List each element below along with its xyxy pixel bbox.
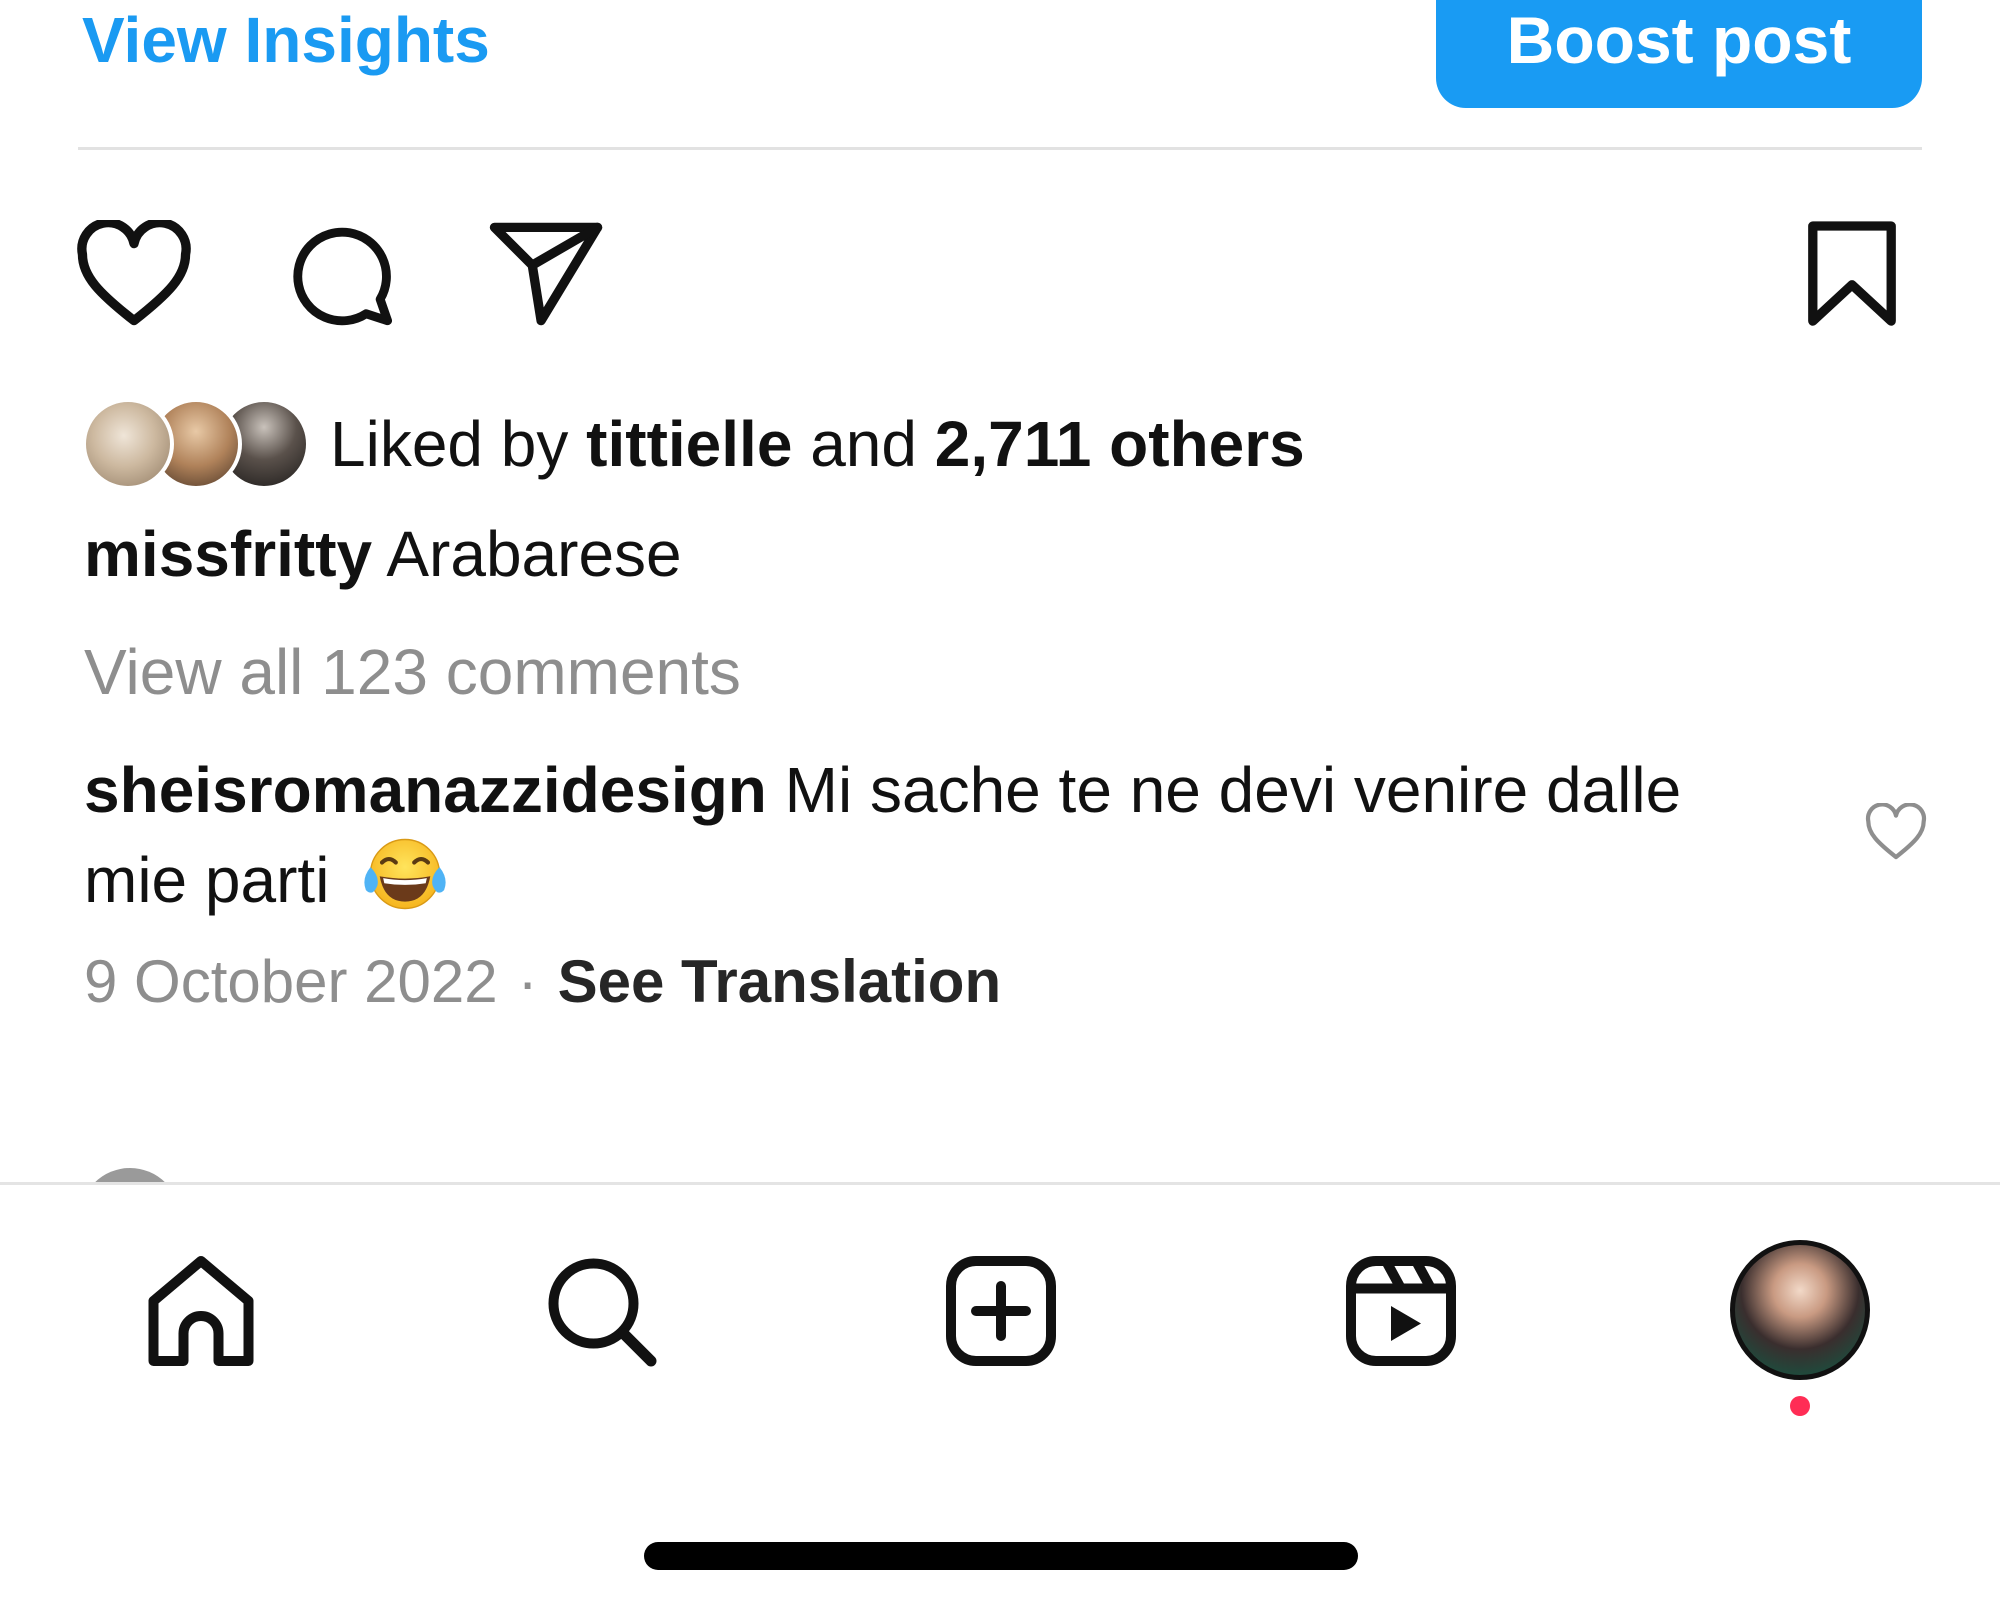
nav-reels-button[interactable] bbox=[1336, 1246, 1466, 1376]
nav-profile-avatar[interactable] bbox=[1730, 1240, 1870, 1380]
nav-search-button[interactable] bbox=[536, 1246, 666, 1376]
home-indicator[interactable] bbox=[644, 1542, 1358, 1570]
liker-username[interactable]: tittielle bbox=[586, 408, 792, 480]
face-with-tears-of-joy-icon bbox=[364, 838, 446, 910]
caption-username[interactable]: missfritty bbox=[84, 518, 372, 590]
divider bbox=[78, 147, 1922, 150]
bookmark-icon bbox=[1808, 221, 1896, 326]
save-button[interactable] bbox=[1800, 218, 1904, 330]
likes-prefix: Liked by bbox=[330, 408, 587, 480]
avatar bbox=[82, 398, 174, 490]
view-all-comments-link[interactable]: View all 123 comments bbox=[84, 632, 741, 712]
likes-others-count[interactable]: 2,711 others bbox=[935, 408, 1305, 480]
comment-like-button[interactable] bbox=[1862, 802, 1930, 862]
post-meta: 9 October 2022 · See Translation bbox=[84, 942, 1001, 1022]
home-icon bbox=[148, 1256, 254, 1366]
view-insights-link[interactable]: View Insights bbox=[82, 0, 490, 80]
meta-separator: · bbox=[517, 948, 538, 1015]
paper-plane-icon bbox=[489, 222, 603, 326]
nav-home-button[interactable] bbox=[136, 1246, 266, 1376]
comment-item: sheisromanazzidesign Mi sache te ne devi… bbox=[84, 748, 1784, 922]
heart-icon bbox=[77, 220, 191, 326]
comment-username[interactable]: sheisromanazzidesign bbox=[84, 754, 767, 826]
post-caption: missfritty Arabarese bbox=[84, 514, 682, 594]
caption-text: Arabarese bbox=[386, 518, 682, 590]
notification-dot bbox=[1790, 1396, 1810, 1416]
comment-icon bbox=[293, 227, 393, 326]
liker-avatars[interactable] bbox=[82, 398, 310, 490]
search-icon bbox=[548, 1258, 657, 1367]
likes-summary[interactable]: Liked by tittielle and 2,711 others bbox=[330, 404, 1305, 484]
comment-button[interactable] bbox=[280, 218, 400, 332]
see-translation-link[interactable]: See Translation bbox=[558, 948, 1002, 1015]
reels-icon bbox=[1346, 1256, 1456, 1366]
nav-create-button[interactable] bbox=[936, 1246, 1066, 1376]
boost-post-label: Boost post bbox=[1506, 3, 1852, 77]
boost-post-button[interactable]: Boost post bbox=[1436, 0, 1922, 108]
like-button[interactable] bbox=[72, 218, 196, 330]
share-button[interactable] bbox=[484, 218, 608, 330]
heart-icon bbox=[1865, 803, 1927, 860]
likes-middle: and bbox=[792, 408, 935, 480]
create-icon bbox=[946, 1256, 1056, 1366]
post-date: 9 October 2022 bbox=[84, 948, 498, 1015]
